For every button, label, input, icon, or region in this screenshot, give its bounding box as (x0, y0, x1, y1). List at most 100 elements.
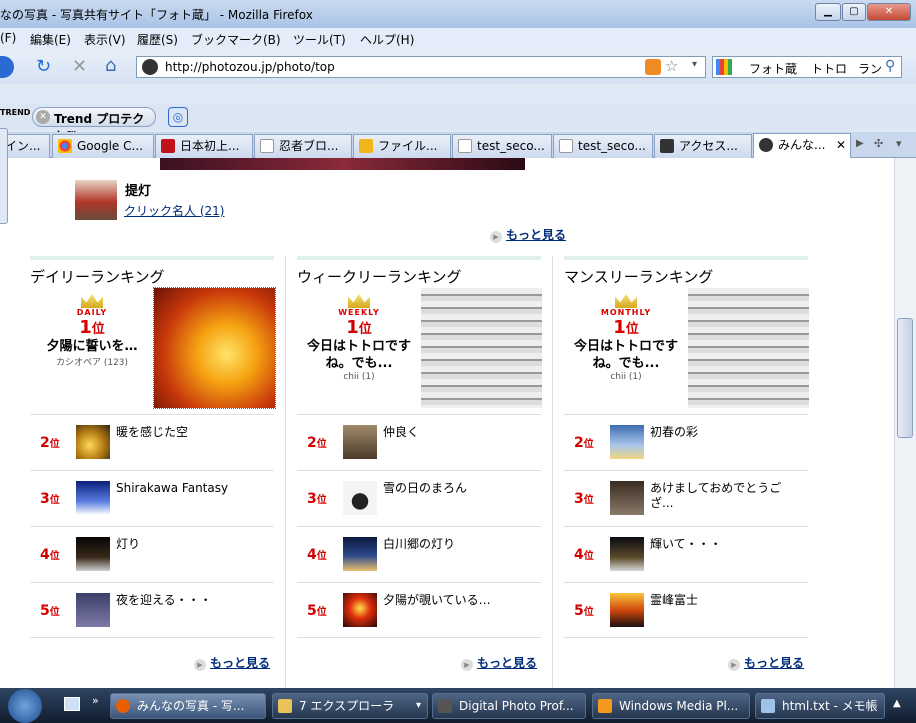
rank-1-title[interactable]: 今日はトトロですね。でも... (564, 338, 688, 372)
sidebar-edge[interactable] (0, 128, 8, 224)
rank-row-5[interactable]: 5位 霊峰富士 (564, 582, 808, 638)
tab-8[interactable]: アクセス... (654, 134, 752, 158)
taskbar-explorer[interactable]: 7 エクスプローラ ▾ (272, 693, 428, 719)
menu-view[interactable]: 表示(V) (84, 31, 126, 48)
rank-row-3[interactable]: 3位 Shirakawa Fantasy (30, 470, 274, 526)
rank-1-title[interactable]: 今日はトトロですね。でも... (297, 338, 421, 372)
rank-row-3[interactable]: 3位 あけましておめでとうござ... (564, 470, 808, 526)
search-icon[interactable]: ⚲ (885, 58, 895, 74)
taskbar-notepad[interactable]: html.txt - メモ帳 (755, 693, 885, 719)
more-link-top[interactable]: もっと見る (490, 226, 566, 243)
menu-edit[interactable]: 編集(E) (30, 31, 71, 48)
rank-1-photo[interactable] (688, 288, 809, 408)
tab-4[interactable]: 忍者ブロ... (254, 134, 352, 158)
forward-icon[interactable] (0, 56, 14, 78)
tab-3[interactable]: 日本初上... (155, 134, 253, 158)
tab-menu-icon[interactable]: ▾ (896, 137, 902, 150)
rank-row-4[interactable]: 4位 輝いて・・・ (564, 526, 808, 582)
top-user-name: 提灯 (125, 184, 152, 199)
taskbar-wmp[interactable]: Windows Media Pl... (592, 693, 750, 719)
taskbar-scroll-icon[interactable]: ▲ (893, 698, 901, 709)
wifi-icon[interactable]: ◎ (168, 107, 188, 127)
photo-thumbnail[interactable] (610, 425, 644, 459)
menu-bookmarks[interactable]: ブックマーク(B) (191, 31, 281, 48)
rank-1-title[interactable]: 夕陽に誓いを… (30, 338, 154, 355)
quicklaunch-more-icon[interactable]: » (92, 694, 99, 707)
rank-row-5[interactable]: 5位 夜を迎える・・・ (30, 582, 274, 638)
rank-1-photo[interactable] (421, 288, 542, 408)
start-button-icon[interactable] (8, 689, 42, 723)
vertical-scrollbar[interactable] (894, 158, 916, 688)
tab-scroll-right-icon[interactable]: ▶ (856, 138, 864, 149)
close-tab-icon[interactable]: ✕ (836, 134, 846, 156)
show-desktop-icon[interactable] (64, 697, 80, 711)
notepad-icon (761, 699, 775, 713)
search-word-1: フォト蔵 (749, 62, 798, 76)
search-bar[interactable]: フォト蔵 トトロ ラン ⚲ (712, 56, 902, 78)
rank-1-block[interactable]: WEEKLY 1位 今日はトトロですね。でも... chii (1) (297, 288, 421, 408)
google-icon[interactable] (716, 59, 732, 75)
tab-list-icon[interactable]: ✣ (874, 137, 883, 150)
rank-row-3[interactable]: 3位 雪の日のまろん (297, 470, 541, 526)
column-bar (297, 256, 541, 260)
photo-thumbnail[interactable] (76, 425, 110, 459)
tab-6[interactable]: test_seco... (452, 134, 552, 158)
rank-row-4[interactable]: 4位 白川郷の灯り (297, 526, 541, 582)
tab-5[interactable]: ファイル... (353, 134, 451, 158)
rank-row-2[interactable]: 2位 仲良く (297, 414, 541, 470)
more-link-weekly[interactable]: もっと見る (461, 654, 537, 671)
rank-1-block[interactable]: MONTHLY 1位 今日はトトロですね。でも... chii (1) (564, 288, 688, 408)
rank-row-4[interactable]: 4位 灯り (30, 526, 274, 582)
url-dropdown-icon[interactable]: ▾ (692, 59, 697, 70)
menu-file[interactable]: (F) (0, 31, 16, 45)
page-content: 提灯 クリック名人 (21) もっと見る デイリーランキング DAILY 1位 … (0, 158, 894, 688)
user-avatar[interactable] (75, 180, 117, 220)
photo-thumbnail[interactable] (610, 481, 644, 515)
close-window-button[interactable]: ✕ (867, 3, 911, 21)
tab-7[interactable]: test_seco... (553, 134, 653, 158)
ranking-title: デイリーランキング (30, 268, 165, 286)
tab-active[interactable]: みんな... ✕ (753, 133, 851, 159)
scrollbar-thumb[interactable] (897, 318, 913, 438)
rank-row-2[interactable]: 2位 初春の彩 (564, 414, 808, 470)
minimize-button[interactable]: ▁ (815, 3, 841, 21)
url-bar[interactable]: http://photozou.jp/photo/top ☆ ▾ (136, 56, 706, 78)
photo-thumbnail[interactable] (343, 481, 377, 515)
menu-history[interactable]: 履歴(S) (137, 31, 178, 48)
photo-thumbnail[interactable] (343, 537, 377, 571)
photo-thumbnail[interactable] (76, 593, 110, 627)
menu-bar: (F) 編集(E) 表示(V) 履歴(S) ブックマーク(B) ツール(T) ヘ… (0, 28, 916, 50)
tab-2[interactable]: Google C... (52, 134, 154, 158)
taskbar-firefox[interactable]: みんなの写真 - 写... (110, 693, 266, 719)
top-user-link[interactable]: クリック名人 (21) (124, 202, 224, 219)
trend-protect-button[interactable]: ✕ Trend プロテクト™ (32, 107, 156, 143)
reload-icon[interactable]: ↻ (36, 56, 51, 77)
taskbar: » みんなの写真 - 写... 7 エクスプローラ ▾ Digital Photo… (0, 688, 916, 723)
rank-1-photo[interactable] (153, 287, 276, 409)
more-link-monthly[interactable]: もっと見る (728, 654, 804, 671)
maximize-button[interactable]: ▢ (842, 3, 866, 21)
photo-thumbnail[interactable] (343, 425, 377, 459)
rank-row-2[interactable]: 2位 暖を感じた空 (30, 414, 274, 470)
menu-help[interactable]: ヘルプ(H) (360, 31, 414, 48)
photo-thumbnail[interactable] (76, 537, 110, 571)
stop-icon[interactable]: ✕ (72, 56, 87, 77)
photo-thumbnail[interactable] (610, 593, 644, 627)
photo-thumbnail[interactable] (76, 481, 110, 515)
home-icon[interactable]: ⌂ (105, 55, 116, 76)
rank-1-block[interactable]: DAILY 1位 夕陽に誓いを… カシオペア (123) (30, 288, 154, 408)
tab-icon (759, 138, 773, 152)
rank-row-5[interactable]: 5位 夕陽が覗いている… (297, 582, 541, 638)
page-icon (260, 139, 274, 153)
rank-1-author: chii (1) (343, 372, 375, 382)
group-dropdown-icon[interactable]: ▾ (416, 694, 421, 718)
page-icon (559, 139, 573, 153)
menu-tools[interactable]: ツール(T) (293, 31, 346, 48)
rss-icon[interactable] (645, 59, 661, 75)
tab-icon (161, 139, 175, 153)
bookmark-star-icon[interactable]: ☆ (665, 57, 678, 75)
taskbar-dpp[interactable]: Digital Photo Prof... (432, 693, 586, 719)
photo-thumbnail[interactable] (610, 537, 644, 571)
photo-thumbnail[interactable] (343, 593, 377, 627)
more-link-daily[interactable]: もっと見る (194, 654, 270, 671)
